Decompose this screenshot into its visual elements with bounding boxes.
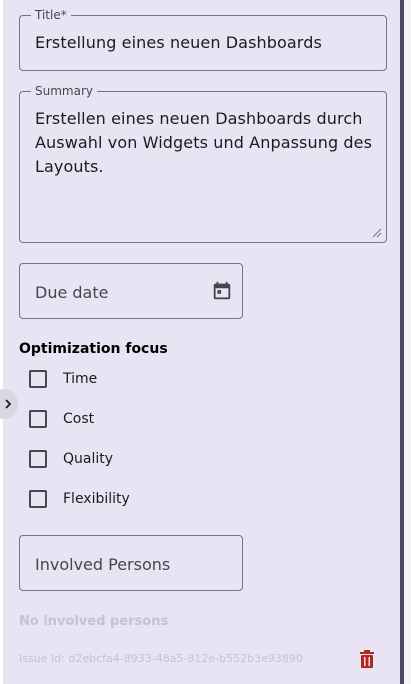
issue-edit-panel: Title* Erstellung eines neuen Dashboards… bbox=[0, 0, 411, 684]
right-background-strip bbox=[404, 0, 411, 684]
involved-persons-placeholder: Involved Persons bbox=[35, 555, 171, 574]
checkbox-flexibility-box[interactable] bbox=[29, 490, 47, 508]
due-date-field[interactable]: Due date bbox=[19, 263, 243, 319]
checkbox-quality-box[interactable] bbox=[29, 450, 47, 468]
checkbox-cost-box[interactable] bbox=[29, 410, 47, 428]
title-field[interactable]: Title* Erstellung eines neuen Dashboards bbox=[19, 8, 387, 71]
issue-id-text: Issue Id: d2ebcfa4-8933-48a5-812e-b552b3… bbox=[19, 652, 303, 665]
chevron-right-icon bbox=[5, 399, 12, 409]
involved-persons-field[interactable]: Involved Persons bbox=[19, 535, 243, 591]
checkbox-cost[interactable]: Cost bbox=[29, 408, 94, 430]
checkbox-cost-label: Cost bbox=[63, 411, 95, 427]
calendar-icon[interactable] bbox=[211, 280, 233, 302]
summary-field[interactable]: Summary Erstellen eines neuen Dashboards… bbox=[19, 84, 387, 243]
summary-line-3[interactable]: Layouts. bbox=[35, 155, 104, 179]
checkbox-quality[interactable]: Quality bbox=[29, 448, 113, 470]
checkbox-time[interactable]: Time bbox=[29, 368, 97, 390]
due-date-placeholder: Due date bbox=[35, 283, 109, 302]
title-field-label: Title* bbox=[31, 8, 71, 22]
title-field-value[interactable]: Erstellung eines neuen Dashboards bbox=[35, 31, 322, 55]
resize-handle-icon[interactable] bbox=[372, 228, 382, 238]
checkbox-quality-label: Quality bbox=[63, 451, 114, 467]
checkbox-time-label: Time bbox=[63, 371, 98, 387]
no-involved-persons-text: No involved persons bbox=[19, 614, 169, 629]
summary-line-1[interactable]: Erstellen eines neuen Dashboards durch bbox=[35, 107, 362, 131]
left-edge-divider bbox=[0, 0, 3, 684]
expand-panel-button[interactable] bbox=[0, 389, 18, 419]
checkbox-flexibility[interactable]: Flexibility bbox=[29, 488, 130, 510]
checkbox-time-box[interactable] bbox=[29, 370, 47, 388]
summary-line-2[interactable]: Auswahl von Widgets und Anpassung des bbox=[35, 131, 372, 155]
delete-button[interactable] bbox=[356, 648, 378, 670]
optimization-focus-heading: Optimization focus bbox=[19, 341, 168, 357]
checkbox-flexibility-label: Flexibility bbox=[63, 491, 130, 507]
trash-icon bbox=[360, 650, 374, 668]
summary-field-label: Summary bbox=[31, 84, 97, 98]
